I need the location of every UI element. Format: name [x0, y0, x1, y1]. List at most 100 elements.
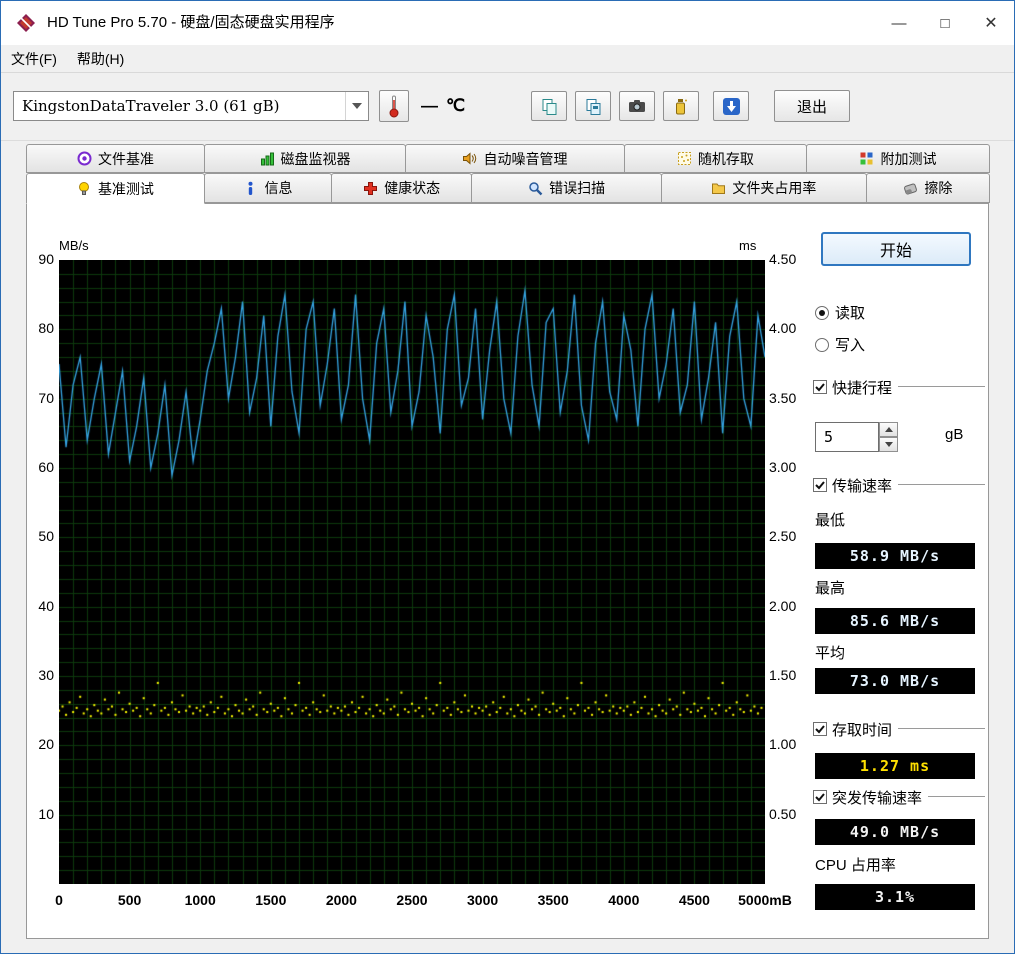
avg-value-display: 73.0 MB/s — [815, 668, 975, 694]
copy-text-icon — [541, 98, 558, 115]
axis-tick: 40 — [27, 598, 54, 614]
write-radio-row[interactable]: 写入 — [815, 334, 865, 355]
max-label: 最高 — [815, 577, 845, 598]
transfer-rate-section: 传输速率 — [813, 474, 985, 496]
tab-disk-monitor[interactable]: 磁盘监视器 — [204, 144, 406, 173]
temperature-readout: — ℃ — [421, 90, 465, 122]
drive-select[interactable]: KingstonDataTraveler 3.0 (61 gB) — [13, 91, 369, 121]
axis-tick: 500 — [118, 892, 141, 908]
write-radio[interactable] — [815, 338, 829, 352]
stepper-down-button[interactable] — [879, 437, 898, 452]
extra-tests-icon — [859, 151, 874, 166]
axis-tick: 90 — [27, 251, 54, 267]
read-radio-row[interactable]: 读取 — [815, 302, 865, 323]
stepper-up-button[interactable] — [879, 422, 898, 437]
tab-label: 文件基准 — [98, 149, 154, 169]
avg-label: 平均 — [815, 642, 845, 663]
tab-health[interactable]: 健康状态 — [331, 173, 472, 203]
transfer-rate-label: 传输速率 — [832, 475, 892, 496]
axis-tick: 2000 — [326, 892, 357, 908]
close-button[interactable]: ✕ — [968, 1, 1014, 45]
tab-label: 健康状态 — [384, 178, 440, 198]
copy-image-button[interactable] — [575, 91, 611, 121]
app-window: HD Tune Pro 5.70 - 硬盘/固态硬盘实用程序 — □ ✕ 文件(… — [0, 0, 1015, 954]
copy-text-button[interactable] — [531, 91, 567, 121]
short-stroke-checkbox-row[interactable]: 快捷行程 — [813, 376, 898, 398]
exit-button[interactable]: 退出 — [774, 90, 850, 122]
download-button[interactable] — [713, 91, 749, 121]
camera-icon — [628, 99, 646, 113]
tab-info[interactable]: 信息 — [204, 173, 332, 203]
axis-tick: 1500 — [255, 892, 286, 908]
tab-row-2: 基准测试 信息 健康状态 错误扫描 — [26, 173, 989, 203]
axis-tick: 30 — [27, 667, 54, 683]
temperature-button[interactable] — [379, 90, 409, 122]
benchmark-chart-canvas — [59, 260, 765, 884]
start-button[interactable]: 开始 — [821, 232, 971, 266]
tab-label: 擦除 — [924, 178, 952, 198]
cpu-usage-label: CPU 占用率 — [815, 854, 896, 875]
menu-bar: 文件(F) 帮助(H) — [1, 45, 1014, 73]
short-stroke-stepper — [879, 422, 898, 452]
axis-tick: 3000 — [467, 892, 498, 908]
axis-tick: 1.50 — [769, 667, 796, 683]
axis-tick: 70 — [27, 390, 54, 406]
axis-tick: 2.00 — [769, 598, 796, 614]
transfer-rate-checkbox-row[interactable]: 传输速率 — [813, 474, 898, 496]
tab-folder-usage[interactable]: 文件夹占用率 — [661, 173, 867, 203]
left-axis-title: MB/s — [59, 238, 89, 253]
maximize-button[interactable]: □ — [922, 1, 968, 45]
copy-image-icon — [585, 98, 602, 115]
tab-random-access[interactable]: 随机存取 — [624, 144, 807, 173]
benchmark-icon — [77, 181, 92, 196]
tab-label: 自动噪音管理 — [483, 149, 567, 169]
max-value-display: 85.6 MB/s — [815, 608, 975, 634]
tab-benchmark[interactable]: 基准测试 — [26, 173, 205, 204]
screenshot-button[interactable] — [619, 91, 655, 121]
burst-rate-checkbox-row[interactable]: 突发传输速率 — [813, 786, 928, 808]
axis-tick: 1.00 — [769, 736, 796, 752]
temperature-value: — — [421, 96, 438, 116]
access-time-section: 存取时间 — [813, 718, 985, 740]
tab-row-1: 文件基准 磁盘监视器 自动噪音管理 随机存取 — [26, 144, 989, 173]
menu-file[interactable]: 文件(F) — [1, 45, 67, 72]
burst-rate-section: 突发传输速率 — [813, 786, 985, 808]
tab-erase[interactable]: 擦除 — [866, 173, 990, 203]
tab-label: 错误扫描 — [549, 178, 605, 198]
checked-checkbox-icon[interactable] — [813, 380, 827, 394]
tab-file-benchmark[interactable]: 文件基准 — [26, 144, 205, 173]
checked-checkbox-icon[interactable] — [813, 790, 827, 804]
checked-checkbox-icon[interactable] — [813, 722, 827, 736]
spray-icon — [674, 98, 688, 115]
axis-tick: 50 — [27, 528, 54, 544]
access-time-checkbox-row[interactable]: 存取时间 — [813, 718, 898, 740]
tab-label: 随机存取 — [698, 149, 754, 169]
read-radio[interactable] — [815, 306, 829, 320]
menu-help[interactable]: 帮助(H) — [67, 45, 134, 72]
toolbar: KingstonDataTraveler 3.0 (61 gB) — ℃ — [1, 74, 1014, 141]
benchmark-page: MB/s ms 9080706050403020104.504.003.503.… — [26, 203, 989, 939]
axis-tick: 20 — [27, 736, 54, 752]
info-icon — [243, 181, 258, 196]
axis-tick: 60 — [27, 459, 54, 475]
short-stroke-section: 快捷行程 — [813, 376, 985, 398]
checked-checkbox-icon[interactable] — [813, 478, 827, 492]
tab-error-scan[interactable]: 错误扫描 — [471, 173, 662, 203]
write-radio-label: 写入 — [835, 334, 865, 355]
min-value-display: 58.9 MB/s — [815, 543, 975, 569]
minimize-button[interactable]: — — [876, 1, 922, 45]
tab-extra-tests[interactable]: 附加测试 — [806, 144, 990, 173]
axis-tick: 3500 — [538, 892, 569, 908]
random-access-icon — [677, 151, 692, 166]
tab-label: 磁盘监视器 — [281, 149, 351, 169]
window-title: HD Tune Pro 5.70 - 硬盘/固态硬盘实用程序 — [47, 1, 335, 45]
tab-label: 文件夹占用率 — [732, 178, 816, 198]
spray-button[interactable] — [663, 91, 699, 121]
chevron-down-icon[interactable] — [345, 92, 368, 120]
tab-strip: 文件基准 磁盘监视器 自动噪音管理 随机存取 — [26, 144, 989, 203]
tab-noise-management[interactable]: 自动噪音管理 — [405, 144, 625, 173]
axis-tick: 0 — [55, 892, 63, 908]
short-stroke-unit: gB — [945, 426, 963, 443]
short-stroke-input[interactable] — [815, 422, 879, 452]
app-logo-icon — [15, 12, 37, 34]
